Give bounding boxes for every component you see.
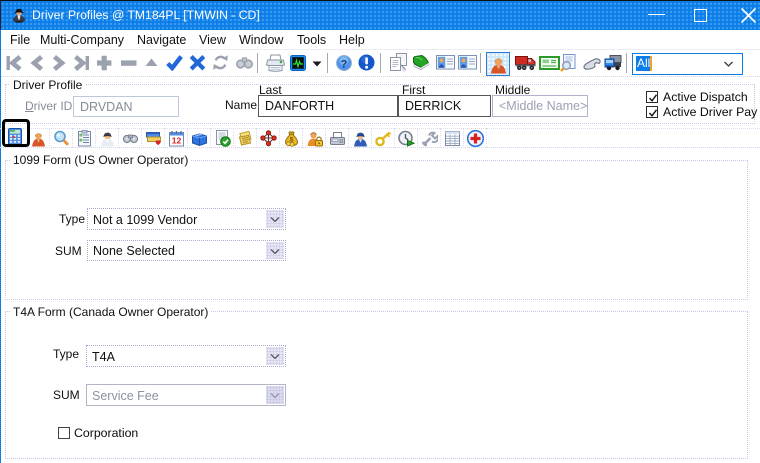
svg-text:$: $	[290, 136, 294, 143]
svg-text:?: ?	[341, 58, 348, 70]
svg-text:12: 12	[172, 136, 182, 146]
